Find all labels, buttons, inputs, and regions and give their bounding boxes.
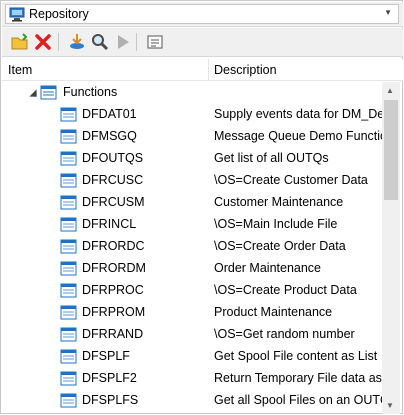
tree-item-description: Return Temporary File data as a (214, 371, 382, 385)
tree-item-name: DFRORDM (82, 261, 146, 275)
properties-icon[interactable] (145, 33, 165, 51)
tree-item-description: Get all Spool Files on an OUTQ (214, 393, 382, 407)
chevron-down-icon[interactable]: ▼ (384, 8, 392, 17)
tree-item-description: \OS=Get random number (214, 327, 355, 341)
function-icon (60, 327, 77, 342)
tree-item[interactable]: DFRPROC \OS=Create Product Data (2, 280, 382, 302)
tree-item[interactable]: DFSPLFS Get all Spool Files on an OUTQ (2, 390, 382, 412)
repository-icon (9, 7, 25, 22)
tree-item-name: DFRPROM (82, 305, 146, 319)
tree-item[interactable]: DFRINCL \OS=Main Include File (2, 214, 382, 236)
function-icon (60, 217, 77, 232)
tree-item-description: Order Maintenance (214, 261, 322, 275)
tree-item-description: Customer Maintenance (214, 195, 344, 209)
tree-item[interactable]: DFSPLF Get Spool File content as List (2, 346, 382, 368)
vertical-scrollbar[interactable]: ▲ ▼ (382, 82, 400, 414)
tree-item[interactable]: DFSPLF2 Return Temporary File data as a (2, 368, 382, 390)
tree-item[interactable]: DFRCUSM Customer Maintenance (2, 192, 382, 214)
tree-item-description: Message Queue Demo Functions (214, 129, 382, 143)
tree-item-description: \OS=Main Include File (214, 217, 338, 231)
function-icon (60, 349, 77, 364)
function-icon (60, 283, 77, 298)
tree-item-name: DFRINCL (82, 217, 137, 231)
tree-item[interactable]: DFDAT01 Supply events data for DM_Det3 (2, 104, 382, 126)
repository-bar: Repository ▼ (2, 2, 403, 27)
repository-panel: Repository ▼ Item Description Functions … (0, 0, 403, 414)
tree-item-name: DFRPROC (82, 283, 144, 297)
tree-item-description: \OS=Create Customer Data (214, 173, 368, 187)
repository-label: Repository (29, 7, 89, 21)
tree-item[interactable]: DFRORDC \OS=Create Order Data (2, 236, 382, 258)
open-folder-icon[interactable] (10, 33, 30, 51)
toolbar (2, 28, 403, 57)
tree-item-name: DFSPLF (82, 349, 130, 363)
functions-folder-icon (40, 85, 57, 100)
tree-item[interactable]: DFRPROM Product Maintenance (2, 302, 382, 324)
tree-node-label: Functions (63, 85, 118, 99)
tree-item[interactable]: DFRCUSC \OS=Create Customer Data (2, 170, 382, 192)
column-header: Item Description (2, 59, 403, 81)
function-icon (60, 239, 77, 254)
function-tree: Functions DFDAT01 Supply events data for … (2, 82, 382, 414)
tree-item[interactable]: DFOUTQS Get list of all OUTQs (2, 148, 382, 170)
tree-item-name: DFRORDC (82, 239, 145, 253)
tree-item-description: Get list of all OUTQs (214, 151, 329, 165)
delete-icon[interactable] (33, 33, 53, 51)
tree-item-name: DFSPLFS (82, 393, 139, 407)
tree-item-description: \OS=Create Product Data (214, 283, 357, 297)
tree-item-name: DFSPLF2 (82, 371, 137, 385)
tree-item-name: DFMSGQ (82, 129, 137, 143)
toolbar-separator (136, 33, 137, 51)
scrollbar-thumb[interactable] (384, 100, 398, 200)
function-icon (60, 305, 77, 320)
toolbar-separator (58, 33, 59, 51)
scroll-up-icon[interactable]: ▲ (386, 86, 394, 95)
import-icon[interactable] (67, 33, 87, 51)
tree-item-description: Supply events data for DM_Det3 (214, 107, 382, 121)
function-icon (60, 393, 77, 408)
tree-item-description: Get Spool File content as List (214, 349, 378, 363)
tree-item-name: DFRRAND (82, 327, 144, 341)
function-icon (60, 261, 77, 276)
column-header-item[interactable]: Item (8, 59, 32, 80)
scroll-down-icon[interactable]: ▼ (386, 401, 394, 410)
search-icon[interactable] (90, 33, 110, 51)
function-icon (60, 173, 77, 188)
column-header-description[interactable]: Description (214, 59, 277, 80)
tree-item-name: DFOUTQS (82, 151, 144, 165)
expand-collapse-icon[interactable] (29, 89, 37, 97)
tree-item-description: Product Maintenance (214, 305, 333, 319)
column-divider[interactable] (208, 59, 209, 80)
function-icon (60, 129, 77, 144)
function-icon (60, 107, 77, 122)
tree-item-description: \OS=Create Order Data (214, 239, 346, 253)
repository-dropdown[interactable]: Repository ▼ (5, 4, 399, 24)
function-icon (60, 371, 77, 386)
tree-item-name: DFRCUSC (82, 173, 144, 187)
tree-item[interactable]: DFMSGQ Message Queue Demo Functions (2, 126, 382, 148)
tree-item-name: DFRCUSM (82, 195, 145, 209)
tree-node-functions[interactable]: Functions (2, 82, 382, 104)
tree-item[interactable]: DFRORDM Order Maintenance (2, 258, 382, 280)
tree-item-name: DFDAT01 (82, 107, 137, 121)
tree-item[interactable]: DFRRAND \OS=Get random number (2, 324, 382, 346)
function-icon (60, 195, 77, 210)
function-icon (60, 151, 77, 166)
run-icon[interactable] (113, 33, 133, 51)
